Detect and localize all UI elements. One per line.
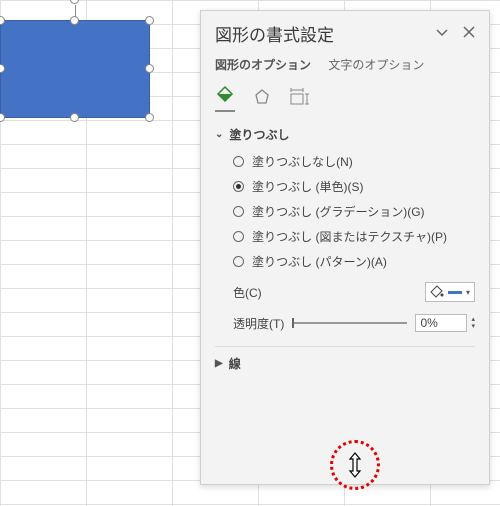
fill-picture-radio[interactable]: 塗りつぶし (図またはテクスチャ)(P) xyxy=(233,228,475,245)
fill-picture-label: 塗りつぶし (図またはテクスチャ)(P) xyxy=(252,228,447,245)
dropdown-caret-icon: ▾ xyxy=(466,288,470,297)
section-fill-label: 塗りつぶし xyxy=(229,126,289,143)
fill-solid-radio[interactable]: 塗りつぶし (単色)(S) xyxy=(233,178,475,195)
pane-close-icon[interactable] xyxy=(463,26,475,41)
tab-shape-options[interactable]: 図形のオプション xyxy=(215,58,311,72)
fill-gradient-radio[interactable]: 塗りつぶし (グラデーション)(G) xyxy=(233,203,475,220)
selected-shape[interactable] xyxy=(0,20,150,118)
radio-icon xyxy=(233,231,244,242)
transparency-field[interactable]: 0% xyxy=(415,314,467,332)
format-shape-pane: 図形の書式設定 図形のオプション 文字のオプション xyxy=(200,10,490,485)
chevron-down-icon: ⌄ xyxy=(215,129,223,140)
color-swatch xyxy=(448,291,462,294)
section-divider xyxy=(215,346,475,347)
section-fill-header[interactable]: ⌄ 塗りつぶし xyxy=(215,126,475,143)
transparency-slider[interactable] xyxy=(292,322,407,324)
radio-icon xyxy=(233,181,244,192)
resize-handle-se[interactable] xyxy=(145,113,154,122)
radio-icon xyxy=(233,156,244,167)
fill-none-label: 塗りつぶしなし(N) xyxy=(252,153,353,170)
resize-handle-nw[interactable] xyxy=(0,16,5,25)
fill-pattern-label: 塗りつぶし (パターン)(A) xyxy=(252,253,387,270)
fill-color-picker[interactable]: ▾ xyxy=(425,282,475,302)
fill-solid-label: 塗りつぶし (単色)(S) xyxy=(252,178,363,195)
size-properties-icon[interactable] xyxy=(289,88,309,109)
resize-handle-e[interactable] xyxy=(145,64,154,73)
pane-title: 図形の書式設定 xyxy=(215,21,334,46)
transparency-step-up[interactable]: ▴ xyxy=(471,316,475,323)
effects-icon[interactable] xyxy=(253,88,271,109)
paint-bucket-icon xyxy=(430,285,444,299)
fill-line-icon[interactable] xyxy=(215,85,235,112)
radio-icon xyxy=(233,256,244,267)
radio-icon xyxy=(233,206,244,217)
tab-text-options[interactable]: 文字のオプション xyxy=(328,58,424,72)
pane-options-icon[interactable] xyxy=(435,25,449,42)
transparency-label: 透明度(T) xyxy=(233,315,284,332)
transparency-step-down[interactable]: ▾ xyxy=(471,323,475,330)
fill-pattern-radio[interactable]: 塗りつぶし (パターン)(A) xyxy=(233,253,475,270)
fill-gradient-label: 塗りつぶし (グラデーション)(G) xyxy=(252,203,425,220)
resize-handle-ne[interactable] xyxy=(145,16,154,25)
section-line-header[interactable]: ▶ 線 xyxy=(215,355,475,372)
color-label: 色(C) xyxy=(233,284,262,301)
resize-handle-w[interactable] xyxy=(0,64,5,73)
resize-handle-n[interactable] xyxy=(70,16,79,25)
section-line-label: 線 xyxy=(229,355,241,372)
chevron-right-icon: ▶ xyxy=(215,358,223,369)
fill-none-radio[interactable]: 塗りつぶしなし(N) xyxy=(233,153,475,170)
resize-handle-s[interactable] xyxy=(70,113,79,122)
